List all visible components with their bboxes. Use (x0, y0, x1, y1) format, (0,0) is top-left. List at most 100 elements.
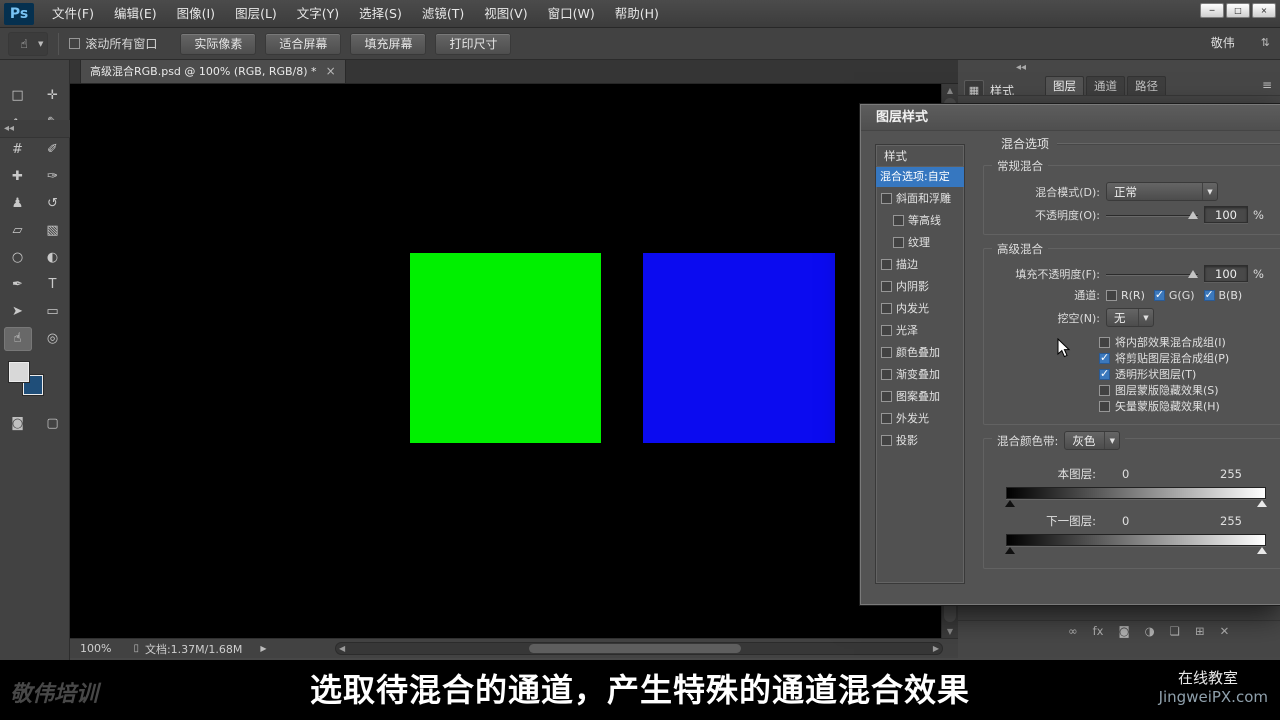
horizontal-scrollbar-thumb[interactable] (529, 644, 741, 653)
style-list-item[interactable]: 颜色叠加 (876, 341, 964, 363)
dodge-tool[interactable]: ◐ (39, 246, 67, 270)
style-checkbox[interactable] (881, 302, 892, 314)
panel-menu-icon[interactable]: ≡ (1262, 78, 1272, 92)
spot-healing-brush-tool[interactable]: ✚ (4, 165, 32, 189)
style-checkbox[interactable] (881, 434, 892, 446)
dialog-title[interactable]: 图层样式 (861, 105, 1280, 131)
channel-checkbox-group[interactable]: G(G) (1153, 288, 1195, 302)
tab-close-icon[interactable]: × (326, 64, 336, 78)
style-checkbox[interactable] (893, 236, 904, 248)
scroll-down-icon[interactable]: ▼ (942, 627, 958, 636)
eyedropper-tool[interactable]: ✐ (39, 138, 67, 162)
delete-layer-icon[interactable]: ✕ (1220, 624, 1230, 638)
style-list-item[interactable]: 图案叠加 (876, 385, 964, 407)
scroll-left-icon[interactable]: ◀ (339, 644, 345, 653)
panel-tab[interactable]: 图层 (1045, 76, 1084, 95)
close-button[interactable]: × (1252, 3, 1276, 18)
style-list-item[interactable]: 外发光 (876, 407, 964, 429)
path-selection-tool[interactable]: ➤ (4, 300, 32, 324)
screen-mode-button[interactable]: ▢ (39, 411, 67, 435)
blending-options-item[interactable]: 混合选项:自定 (876, 167, 964, 187)
blend-mode-select[interactable]: 正常 (1106, 182, 1218, 201)
slider-thumb[interactable] (1188, 269, 1198, 278)
channel-checkbox-group[interactable]: B(B) (1203, 288, 1242, 302)
style-list-item[interactable]: 描边 (876, 253, 964, 275)
status-menu-arrow-icon[interactable]: ▶ (260, 644, 266, 653)
hand-tool[interactable]: ☝ (3, 326, 32, 351)
advanced-blend-checkbox-row[interactable]: 将剪贴图层混合成组(P) (1099, 350, 1274, 366)
panel-tab[interactable]: 通道 (1086, 76, 1125, 95)
fill-opacity-slider[interactable] (1106, 266, 1198, 282)
pen-tool[interactable]: ✒ (4, 273, 32, 297)
add-layer-mask-icon[interactable]: ◙ (1118, 624, 1129, 638)
knockout-select[interactable]: 无 (1106, 308, 1154, 327)
style-list-item[interactable]: 投影 (876, 429, 964, 451)
crop-tool[interactable]: # (4, 138, 32, 162)
brush-tool[interactable]: ✑ (39, 165, 67, 189)
styles-list-header[interactable]: 样式 (876, 145, 964, 167)
menu-item[interactable]: 图层(L) (225, 0, 287, 28)
slider-thumb[interactable] (1188, 210, 1198, 219)
scroll-right-icon[interactable]: ▶ (933, 644, 939, 653)
blur-tool[interactable]: ○ (4, 246, 32, 270)
black-point-handle[interactable] (1005, 547, 1015, 554)
scroll-all-windows-option[interactable]: 滚动所有窗口 (69, 35, 157, 52)
clone-stamp-tool[interactable]: ♟ (4, 192, 32, 216)
style-checkbox[interactable] (881, 324, 892, 336)
advanced-blend-checkbox-row[interactable]: 图层蒙版隐藏效果(S) (1099, 382, 1274, 398)
advanced-blend-checkbox[interactable] (1099, 367, 1110, 380)
style-list-item[interactable]: 内发光 (876, 297, 964, 319)
menu-item[interactable]: 图像(I) (167, 0, 225, 28)
advanced-blend-checkbox[interactable] (1099, 336, 1110, 348)
options-bar-button[interactable]: 填充屏幕 (350, 32, 427, 55)
fill-opacity-value[interactable]: 100 (1204, 265, 1248, 282)
style-list-item[interactable]: 等高线 (876, 209, 964, 231)
scroll-up-icon[interactable]: ▲ (942, 86, 958, 95)
style-checkbox[interactable] (881, 280, 892, 292)
type-tool[interactable]: T (39, 273, 67, 297)
channel-checkbox[interactable] (1203, 288, 1215, 301)
shape-tool[interactable]: ▭ (39, 300, 67, 324)
document-tab[interactable]: 高级混合RGB.psd @ 100% (RGB, RGB/8) * × (80, 59, 346, 83)
horizontal-scrollbar[interactable]: ◀ ▶ (335, 642, 943, 655)
maximize-button[interactable]: □ (1226, 3, 1250, 18)
style-checkbox[interactable] (881, 412, 892, 424)
menu-item[interactable]: 文字(Y) (287, 0, 349, 28)
style-checkbox[interactable] (893, 214, 904, 226)
scroll-all-windows-checkbox[interactable] (69, 38, 81, 49)
channel-checkbox[interactable] (1153, 288, 1165, 301)
zoom-level[interactable]: 100% (80, 642, 111, 655)
rectangular-marquee-tool[interactable]: □ (4, 84, 32, 108)
layer-group-icon[interactable]: ❏ (1170, 624, 1180, 638)
move-tool[interactable]: ✛ (39, 84, 67, 108)
menu-item[interactable]: 滤镜(T) (412, 0, 474, 28)
adjustment-layer-icon[interactable]: ◑ (1145, 624, 1155, 638)
options-bar-button[interactable]: 适合屏幕 (265, 32, 342, 55)
document-canvas[interactable] (70, 84, 941, 638)
style-list-item[interactable]: 纹理 (876, 231, 964, 253)
foreground-color-swatch[interactable] (9, 362, 29, 382)
menu-item[interactable]: 文件(F) (42, 0, 104, 28)
advanced-blend-checkbox[interactable] (1099, 351, 1110, 364)
options-bar-button[interactable]: 实际像素 (180, 32, 257, 55)
style-checkbox[interactable] (881, 258, 892, 270)
menu-item[interactable]: 视图(V) (474, 0, 537, 28)
advanced-blend-checkbox-row[interactable]: 将内部效果混合成组(I) (1099, 334, 1274, 350)
style-checkbox[interactable] (881, 368, 892, 380)
menu-item[interactable]: 帮助(H) (605, 0, 669, 28)
style-checkbox[interactable] (881, 192, 892, 204)
white-point-handle[interactable] (1257, 500, 1267, 507)
options-bar-button[interactable]: 打印尺寸 (435, 32, 512, 55)
black-point-handle[interactable] (1005, 500, 1015, 507)
style-list-item[interactable]: 渐变叠加 (876, 363, 964, 385)
style-checkbox[interactable] (881, 346, 892, 358)
dock-collapse-icon[interactable]: ◂◂ (1016, 62, 1026, 73)
style-checkbox[interactable] (881, 390, 892, 402)
opacity-slider[interactable] (1106, 207, 1198, 223)
style-list-item[interactable]: 斜面和浮雕 (876, 187, 964, 209)
white-point-handle[interactable] (1257, 547, 1267, 554)
blend-if-channel-select[interactable]: 灰色 (1064, 431, 1121, 450)
new-layer-icon[interactable]: ⊞ (1195, 624, 1205, 638)
zoom-tool[interactable]: ◎ (39, 327, 67, 351)
tools-panel-collapse[interactable]: ◂◂ (0, 120, 70, 138)
